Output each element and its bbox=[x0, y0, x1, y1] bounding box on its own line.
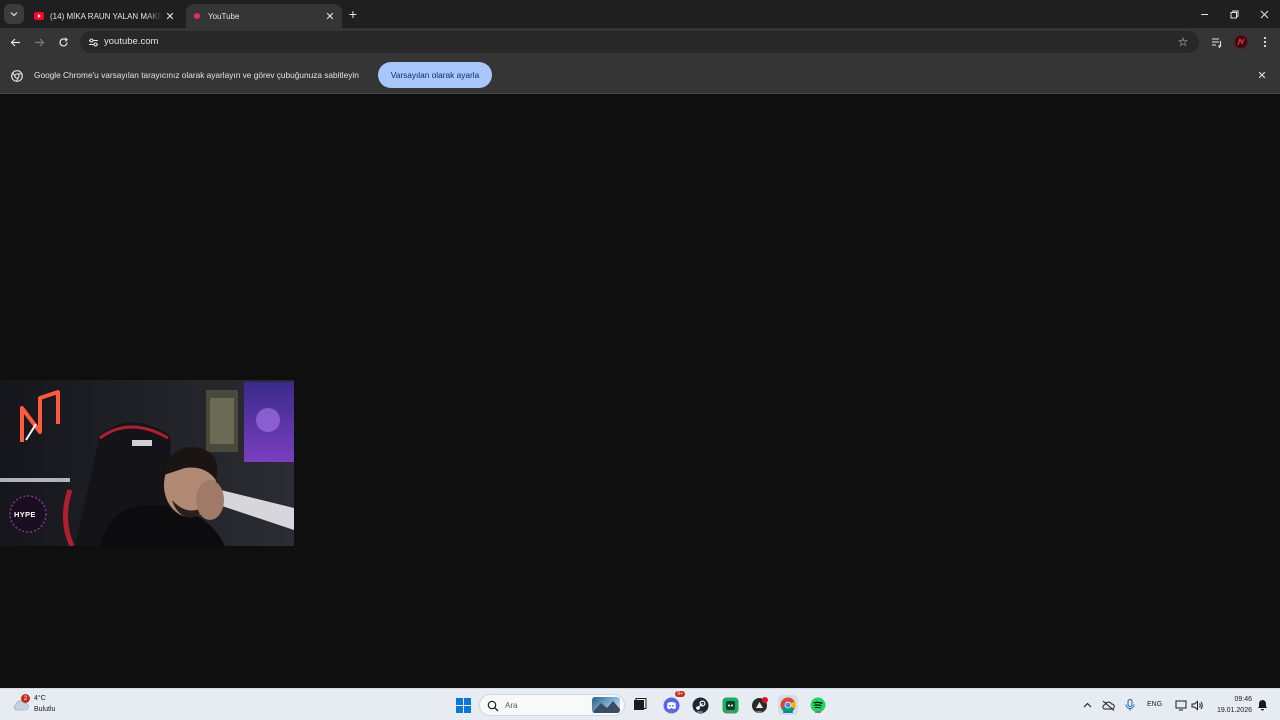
bookmark-star-icon[interactable]: ☆ bbox=[1175, 34, 1191, 50]
webcam-feed-image bbox=[0, 380, 294, 546]
new-tab-button[interactable]: + bbox=[344, 5, 362, 23]
tab-title: (14) MİKA RAUN YALAN MAKİN bbox=[50, 11, 163, 21]
back-icon[interactable] bbox=[6, 33, 24, 51]
notification-bell-icon[interactable] bbox=[1252, 695, 1272, 715]
chrome-icon bbox=[11, 69, 23, 82]
profile-avatar[interactable] bbox=[1234, 35, 1248, 49]
discord-icon[interactable]: 9+ bbox=[661, 691, 685, 715]
browser-toolbar: youtube.com ☆ bbox=[0, 28, 1280, 56]
forward-icon[interactable] bbox=[30, 33, 48, 51]
task-view-icon[interactable] bbox=[630, 695, 650, 715]
close-tab-icon[interactable]: ✕ bbox=[163, 9, 177, 23]
system-clock[interactable]: 09:46 19.01.2026 bbox=[1206, 694, 1252, 716]
running-indicator bbox=[815, 711, 821, 713]
youtube-favicon-icon bbox=[192, 11, 202, 21]
active-indicator bbox=[783, 711, 793, 713]
weather-badge: 2 bbox=[21, 694, 30, 703]
search-placeholder: Ara bbox=[505, 701, 518, 710]
menu-kebab-icon[interactable] bbox=[1256, 33, 1274, 51]
tab-strip: (14) MİKA RAUN YALAN MAKİN ✕ YouTube ✕ + bbox=[0, 0, 1280, 28]
close-tab-icon[interactable]: ✕ bbox=[323, 9, 337, 23]
minimize-icon[interactable] bbox=[1188, 0, 1220, 28]
whatsapp-icon[interactable] bbox=[720, 695, 740, 715]
steam-icon[interactable] bbox=[690, 695, 710, 715]
spotify-icon[interactable] bbox=[808, 695, 828, 715]
weather-widget[interactable]: 2 4°C Bulutlu bbox=[12, 693, 72, 717]
search-highlight-image bbox=[592, 697, 620, 713]
onedrive-offline-icon[interactable] bbox=[1098, 695, 1118, 715]
microphone-icon[interactable] bbox=[1120, 695, 1140, 715]
tab-search-button[interactable] bbox=[4, 4, 24, 24]
set-default-button[interactable]: Varsayılan olarak ayarla bbox=[378, 62, 492, 88]
windows-start-icon[interactable] bbox=[453, 695, 473, 715]
webcam-overlay: HYPE bbox=[0, 380, 294, 546]
tab-mika-raun[interactable]: (14) MİKA RAUN YALAN MAKİN ✕ bbox=[28, 4, 182, 28]
volume-icon[interactable] bbox=[1187, 695, 1207, 715]
default-browser-infobar: Google Chrome'u varsayılan tarayıcınız o… bbox=[0, 56, 1280, 94]
language-indicator[interactable]: ENG bbox=[1147, 701, 1162, 708]
close-window-icon[interactable] bbox=[1248, 0, 1280, 28]
discord-badge: 9+ bbox=[675, 691, 685, 697]
restore-icon[interactable] bbox=[1218, 0, 1250, 28]
address-bar[interactable]: youtube.com ☆ bbox=[80, 31, 1199, 53]
tab-youtube[interactable]: YouTube ✕ bbox=[186, 4, 342, 28]
hype-logo-text: HYPE bbox=[14, 510, 36, 519]
game-launcher-icon[interactable] bbox=[749, 695, 769, 715]
windows-taskbar: 2 4°C Bulutlu Ara 9+ ENG 09:46 19.01.202… bbox=[0, 688, 1280, 720]
search-icon bbox=[487, 699, 499, 717]
running-indicator bbox=[697, 711, 703, 713]
infobar-close-icon[interactable]: ✕ bbox=[1256, 69, 1268, 82]
chevron-down-icon bbox=[10, 5, 18, 23]
weather-temp: 4°C bbox=[34, 695, 46, 702]
tab-title: YouTube bbox=[208, 11, 240, 21]
clock-date: 19.01.2026 bbox=[1216, 707, 1252, 714]
weather-condition: Bulutlu bbox=[34, 706, 56, 713]
media-controls-icon[interactable] bbox=[1208, 33, 1226, 51]
clock-time: 09:46 bbox=[1234, 696, 1252, 703]
youtube-favicon-icon bbox=[34, 11, 44, 21]
reload-icon[interactable] bbox=[54, 33, 72, 51]
show-hidden-icons-icon[interactable] bbox=[1077, 695, 1097, 715]
site-settings-icon[interactable] bbox=[86, 35, 100, 49]
taskbar-search[interactable]: Ara bbox=[479, 694, 625, 716]
running-indicator bbox=[727, 711, 733, 713]
infobar-message: Google Chrome'u varsayılan tarayıcınız o… bbox=[34, 70, 359, 80]
running-indicator bbox=[668, 711, 674, 713]
running-indicator bbox=[756, 711, 762, 713]
chrome-taskbar-icon[interactable] bbox=[778, 695, 798, 715]
url-text[interactable]: youtube.com bbox=[104, 36, 158, 47]
